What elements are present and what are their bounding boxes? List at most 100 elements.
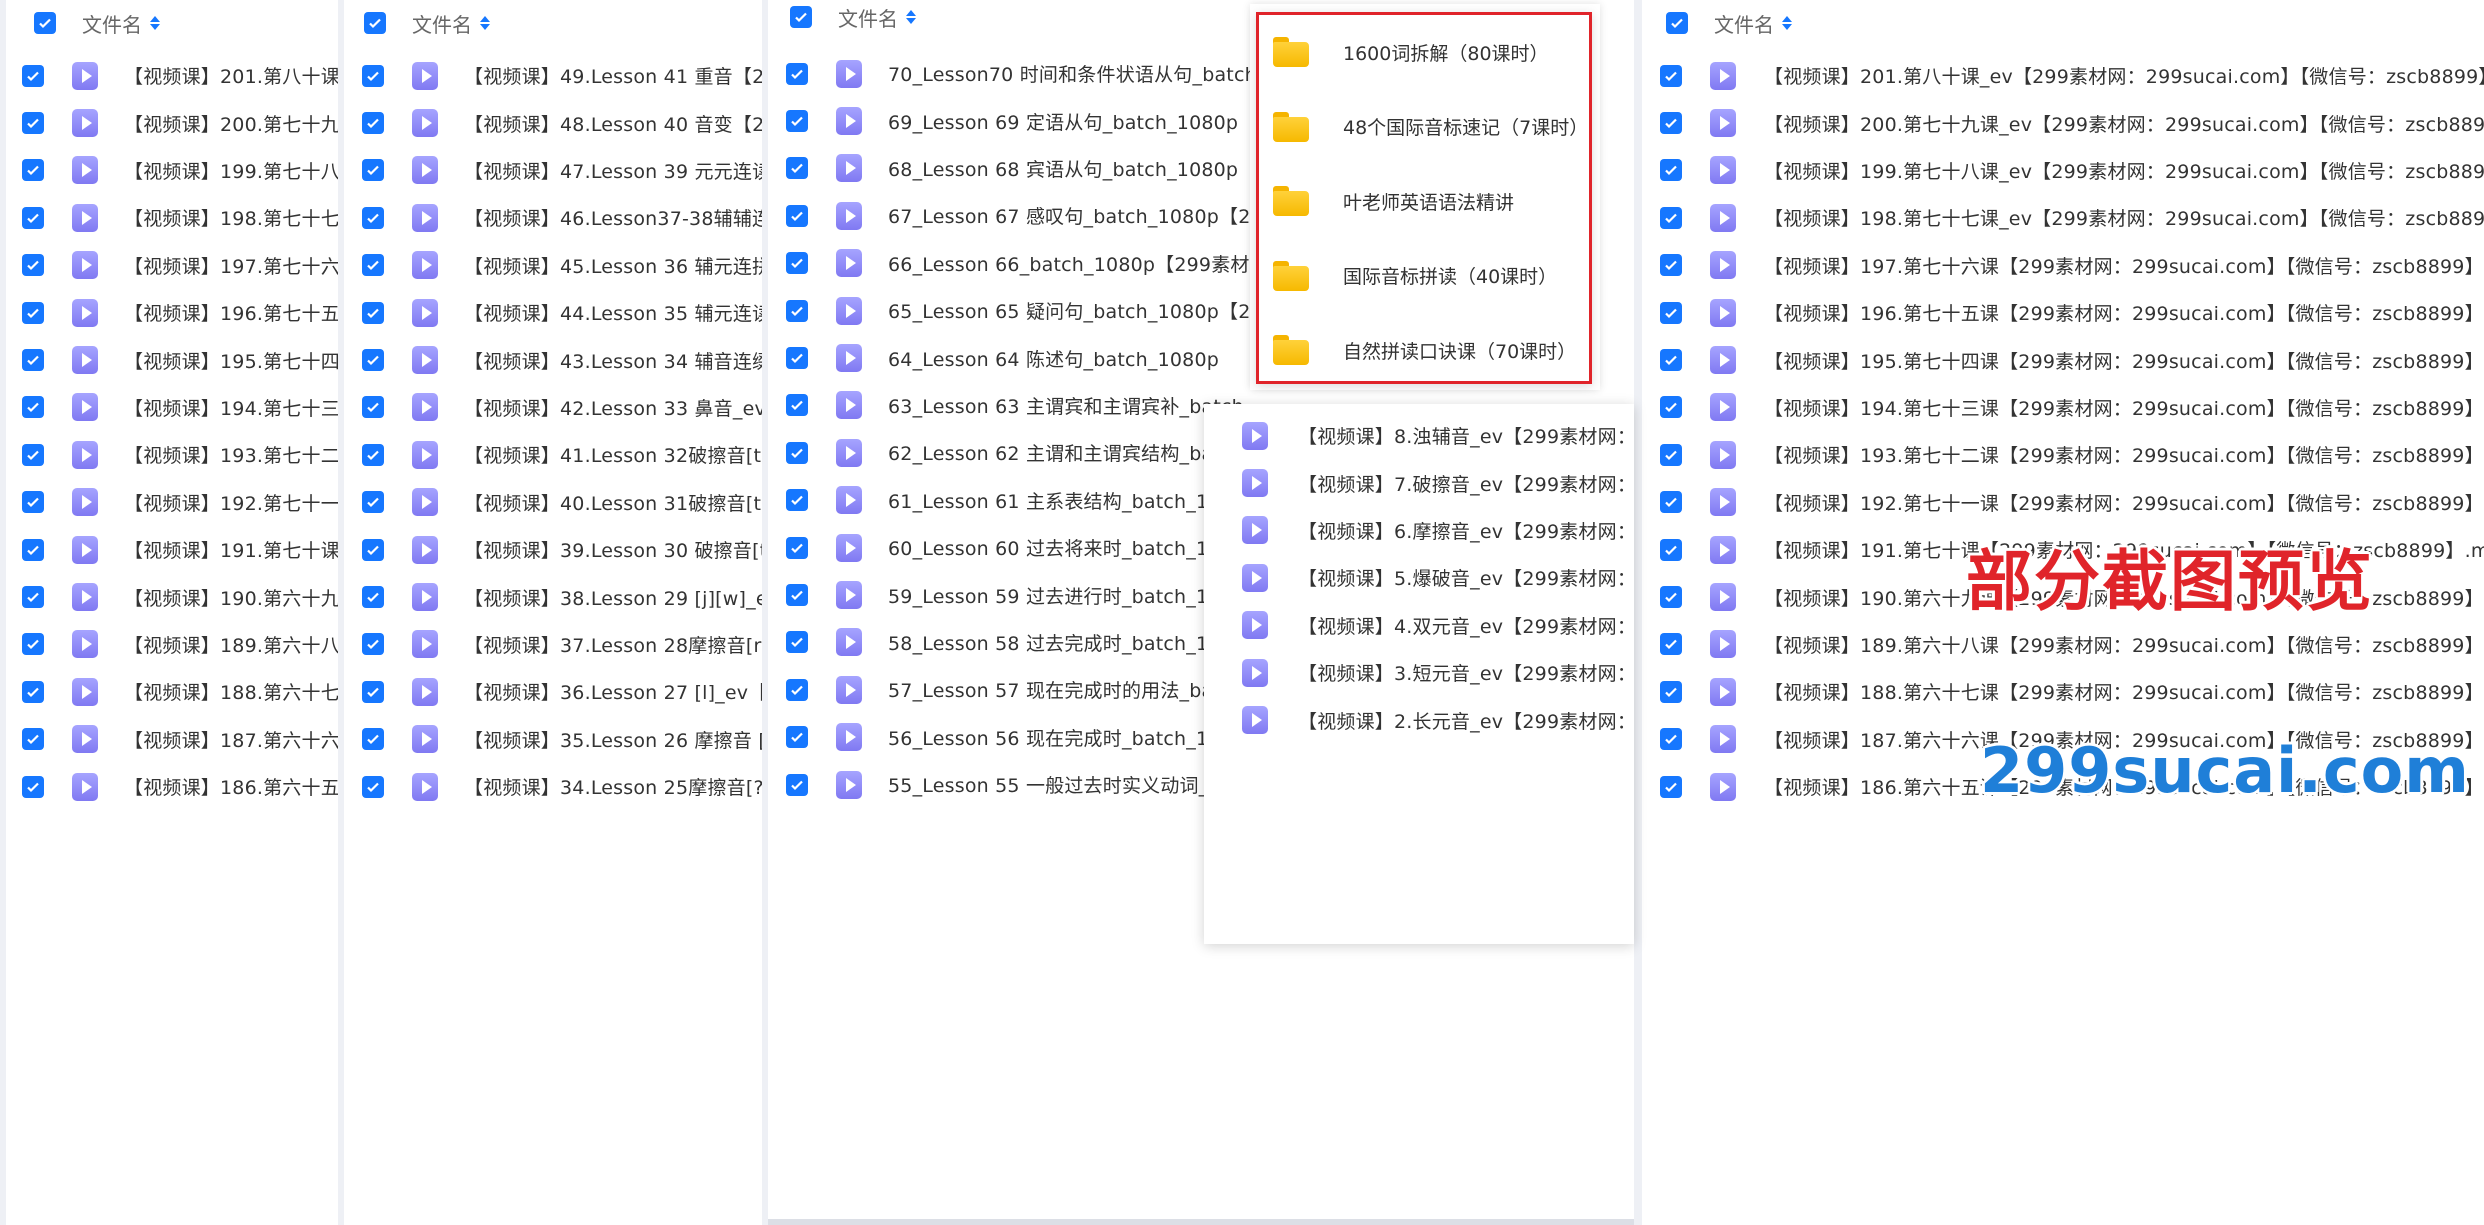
row-checkbox[interactable] (1660, 775, 1682, 798)
file-row[interactable]: 【视频课】189.第六十八课 (6, 621, 338, 668)
file-row[interactable]: 【视频课】198.第七十七课_ (6, 194, 338, 241)
row-checkbox[interactable] (22, 112, 44, 135)
file-row[interactable]: 【视频课】186.第六十五课 (6, 763, 338, 810)
file-row[interactable]: 【视频课】196.第七十五课【299素材网：299sucai.com】【微信号：… (1642, 289, 2484, 336)
file-row[interactable]: 【视频课】37.Lesson 28摩擦音[r]_ev【 (344, 621, 762, 668)
folder-row[interactable]: 1600词拆解（80课时） (1259, 15, 1589, 89)
file-row[interactable]: 【视频课】197.第七十六课 (6, 242, 338, 289)
file-row[interactable]: 【视频课】188.第六十七课【299素材网：299sucai.com】【微信号：… (1642, 668, 2484, 715)
file-row[interactable]: 【视频课】196.第七十五课 (6, 289, 338, 336)
file-row[interactable]: 【视频课】5.爆破音_ev【299素材网：299 (1204, 554, 1634, 601)
file-row[interactable]: 【视频课】200.第七十九课_ (6, 99, 338, 146)
file-row[interactable]: 【视频课】41.Lesson 32破擦音[ts][dz] (344, 431, 762, 478)
file-row[interactable]: 【视频课】193.第七十二课 (6, 431, 338, 478)
file-row[interactable]: 【视频课】39.Lesson 30 破擦音[t? ][ (344, 526, 762, 573)
row-checkbox[interactable] (1660, 112, 1682, 135)
row-checkbox[interactable] (1660, 64, 1682, 87)
file-row[interactable]: 【视频课】2.长元音_ev【299素材网：299 (1204, 696, 1634, 743)
row-checkbox[interactable] (22, 396, 44, 419)
file-row[interactable]: 【视频课】8.浊辅音_ev【299素材网：299 (1204, 412, 1634, 459)
row-checkbox[interactable] (786, 62, 808, 85)
row-checkbox[interactable] (786, 631, 808, 654)
filename-column-header[interactable]: 文件名 (1714, 9, 1774, 38)
file-row[interactable]: 【视频课】194.第七十三课【299素材网：299sucai.com】【微信号：… (1642, 384, 2484, 431)
sort-icon[interactable] (480, 16, 490, 30)
file-row[interactable]: 【视频课】40.Lesson 31破擦音[tr][dr] (344, 479, 762, 526)
row-checkbox[interactable] (1660, 349, 1682, 372)
file-row[interactable]: 【视频课】3.短元音_ev【299素材网：299 (1204, 649, 1634, 696)
row-checkbox[interactable] (22, 254, 44, 277)
file-row[interactable]: 【视频课】197.第七十六课【299素材网：299sucai.com】【微信号：… (1642, 242, 2484, 289)
file-row[interactable]: 【视频课】201.第八十课_ev (6, 52, 338, 99)
row-checkbox[interactable] (362, 728, 384, 751)
row-checkbox[interactable] (22, 349, 44, 372)
row-checkbox[interactable] (362, 254, 384, 277)
file-row[interactable]: 【视频课】38.Lesson 29 [j][w]_ev【2 (344, 573, 762, 620)
select-all-checkbox[interactable] (364, 12, 386, 34)
row-checkbox[interactable] (1660, 538, 1682, 561)
filename-column-header[interactable]: 文件名 (412, 9, 472, 38)
file-row[interactable]: 【视频课】188.第六十七课 (6, 668, 338, 715)
file-row[interactable]: 【视频课】190.第六十九课 (6, 573, 338, 620)
file-row[interactable]: 【视频课】46.Lesson37-38辅辅连读 击 (344, 194, 762, 241)
file-row[interactable]: 【视频课】191.第七十课【 (6, 526, 338, 573)
row-checkbox[interactable] (786, 678, 808, 701)
sort-icon[interactable] (1782, 16, 1792, 30)
file-row[interactable]: 【视频课】195.第七十四课 (6, 336, 338, 383)
row-checkbox[interactable] (362, 349, 384, 372)
row-checkbox[interactable] (1660, 728, 1682, 751)
file-row[interactable]: 【视频课】199.第七十八课_ (6, 147, 338, 194)
row-checkbox[interactable] (362, 206, 384, 229)
file-row[interactable]: 【视频课】43.Lesson 34 辅音连缀【29 (344, 336, 762, 383)
file-row[interactable]: 【视频课】34.Lesson 25摩擦音[? ] [e] (344, 763, 762, 810)
row-checkbox[interactable] (22, 680, 44, 703)
file-row[interactable]: 【视频课】189.第六十八课【299素材网：299sucai.com】【微信号：… (1642, 621, 2484, 668)
row-checkbox[interactable] (22, 64, 44, 87)
row-checkbox[interactable] (22, 301, 44, 324)
file-row[interactable]: 【视频课】199.第七十八课_ev【299素材网：299sucai.com】【微… (1642, 147, 2484, 194)
row-checkbox[interactable] (786, 394, 808, 417)
file-row[interactable]: 【视频课】194.第七十三课 (6, 384, 338, 431)
file-row[interactable]: 【视频课】36.Lesson 27 [l]_ev【299素 (344, 668, 762, 715)
sort-icon[interactable] (906, 10, 916, 24)
row-checkbox[interactable] (1660, 301, 1682, 324)
row-checkbox[interactable] (362, 538, 384, 561)
row-checkbox[interactable] (22, 538, 44, 561)
file-row[interactable]: 【视频课】192.第七十一课 (6, 479, 338, 526)
file-row[interactable]: 【视频课】49.Lesson 41 重音【299素 (344, 52, 762, 99)
folder-row[interactable]: 叶老师英语语法精讲 (1259, 164, 1589, 238)
file-row[interactable]: 【视频课】45.Lesson 36 辅元连拼 n l (344, 242, 762, 289)
row-checkbox[interactable] (786, 110, 808, 133)
row-checkbox[interactable] (1660, 443, 1682, 466)
select-all-checkbox[interactable] (790, 6, 812, 28)
row-checkbox[interactable] (362, 64, 384, 87)
sort-icon[interactable] (150, 16, 160, 30)
row-checkbox[interactable] (362, 301, 384, 324)
file-row[interactable]: 【视频课】47.Lesson 39 元元连读【29 (344, 147, 762, 194)
row-checkbox[interactable] (786, 489, 808, 512)
select-all-checkbox[interactable] (1666, 12, 1688, 34)
row-checkbox[interactable] (362, 443, 384, 466)
row-checkbox[interactable] (786, 299, 808, 322)
row-checkbox[interactable] (786, 536, 808, 559)
row-checkbox[interactable] (786, 726, 808, 749)
row-checkbox[interactable] (1660, 680, 1682, 703)
file-row[interactable]: 【视频课】193.第七十二课【299素材网：299sucai.com】【微信号：… (1642, 431, 2484, 478)
row-checkbox[interactable] (22, 633, 44, 656)
file-row[interactable]: 【视频课】198.第七十七课_ev【299素材网：299sucai.com】【微… (1642, 194, 2484, 241)
row-checkbox[interactable] (1660, 254, 1682, 277)
row-checkbox[interactable] (786, 157, 808, 180)
row-checkbox[interactable] (786, 204, 808, 227)
row-checkbox[interactable] (362, 775, 384, 798)
filename-column-header[interactable]: 文件名 (838, 3, 898, 32)
row-checkbox[interactable] (786, 584, 808, 607)
row-checkbox[interactable] (22, 159, 44, 182)
row-checkbox[interactable] (362, 159, 384, 182)
row-checkbox[interactable] (1660, 159, 1682, 182)
row-checkbox[interactable] (786, 347, 808, 370)
file-row[interactable]: 【视频课】195.第七十四课【299素材网：299sucai.com】【微信号：… (1642, 336, 2484, 383)
row-checkbox[interactable] (22, 491, 44, 514)
file-row[interactable]: 【视频课】6.摩擦音_ev【299素材网：299 (1204, 507, 1634, 554)
folder-row[interactable]: 国际音标拼读（40课时） (1259, 239, 1589, 313)
row-checkbox[interactable] (786, 773, 808, 796)
